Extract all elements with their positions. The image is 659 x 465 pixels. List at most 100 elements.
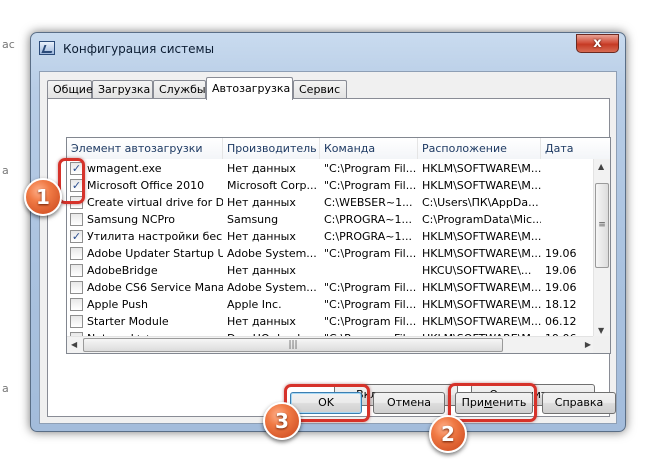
cell-item: Утилита настройки бесп...: [87, 230, 223, 243]
title-bar[interactable]: Конфигурация системы x: [31, 33, 625, 63]
table-row[interactable]: Samsung NCPro Samsung C:\PROGRA~1... C:\Pro…: [67, 211, 610, 228]
cell-command: "C:\Program Fil...: [324, 179, 417, 192]
startup-item-checkbox[interactable]: [70, 298, 83, 311]
cell-item: Create virtual drive for D...: [87, 196, 223, 209]
cell-date: 06.12: [545, 315, 577, 328]
cell-item: Apple Push: [87, 298, 148, 311]
column-header-command[interactable]: Команда: [320, 138, 418, 159]
cell-date: 19.06: [545, 264, 577, 277]
startup-item-checkbox[interactable]: [70, 213, 83, 226]
tab-general[interactable]: Общие: [47, 80, 93, 99]
step-marker-3: 3: [263, 402, 301, 440]
cell-item: Starter Module: [87, 315, 169, 328]
cell-vendor: Samsung: [227, 213, 279, 226]
cell-location: HKLM\SOFTWARE\M...: [422, 315, 541, 328]
cell-command: "C:\Program Fil...: [324, 315, 417, 328]
table-row[interactable]: AdobeBridge Нет данных HKCU\SOFTWARE\... 19…: [67, 262, 610, 279]
cell-vendor: Нет данных: [227, 230, 296, 243]
cell-location: C:\ProgramData\Mic...: [422, 213, 541, 226]
cell-location: HKCU\SOFTWARE\...: [422, 264, 532, 277]
table-row[interactable]: ✓ wmagent.exe Нет данных "C:\Program Fil...…: [67, 160, 610, 177]
table-row[interactable]: Create virtual drive for D... Нет данных C…: [67, 194, 610, 211]
cell-date: 19.06: [545, 247, 577, 260]
tab-startup[interactable]: Автозагрузка: [206, 77, 293, 100]
tab-boot[interactable]: Загрузка: [92, 80, 153, 99]
system-configuration-window: Конфигурация системы x Общие Загрузка Сл…: [30, 32, 626, 432]
cell-date: 19.06: [545, 281, 577, 294]
column-header-date[interactable]: Дата: [541, 138, 610, 159]
cell-item: wmagent.exe: [87, 162, 162, 175]
scroll-up-icon[interactable]: ▲: [598, 162, 604, 171]
cell-location: HKLM\SOFTWARE\M...: [422, 230, 541, 243]
cell-command: C:\PROGRA~1...: [324, 213, 412, 226]
cell-command: "C:\Program Fil...: [324, 281, 417, 294]
table-row[interactable]: Starter Module Нет данных "C:\Program Fil.…: [67, 313, 610, 330]
column-header-location[interactable]: Расположение: [418, 138, 541, 159]
cell-vendor: Нет данных: [227, 196, 296, 209]
table-row[interactable]: Adobe CS6 Service Manager Adobe System...…: [67, 279, 610, 296]
cell-date: [541, 194, 595, 211]
cell-location: C:\Users\ПК\AppDa...: [422, 196, 539, 209]
help-button[interactable]: Справка: [542, 392, 616, 414]
column-header-item[interactable]: Элемент автозагрузки: [67, 138, 223, 159]
cell-date: [541, 177, 595, 194]
horizontal-scrollbar[interactable]: ◀ ||| ▶: [67, 336, 595, 353]
cell-vendor: Microsoft Corp...: [227, 179, 317, 192]
scroll-left-icon[interactable]: ◀: [71, 340, 77, 349]
cell-command: C:\WEBSER~1...: [324, 196, 413, 209]
close-icon: x: [593, 36, 602, 51]
cell-location: HKLM\SOFTWARE\M...: [422, 298, 541, 311]
vertical-scroll-thumb[interactable]: ≡: [595, 183, 609, 268]
cell-item: Adobe Updater Startup U...: [87, 247, 223, 260]
background-text-fragment: ac: [2, 38, 15, 51]
startup-item-checkbox[interactable]: [70, 264, 83, 277]
cell-date: [541, 160, 595, 177]
list-header: Элемент автозагрузки Производитель Коман…: [67, 138, 610, 159]
table-row[interactable]: ✓ Microsoft Office 2010 Microsoft Corp... "…: [67, 177, 610, 194]
apply-button-highlight: [448, 383, 537, 422]
cell-command: [320, 262, 418, 279]
startup-item-checkbox[interactable]: [70, 315, 83, 328]
cell-date: [541, 211, 595, 228]
close-button[interactable]: x: [576, 34, 619, 53]
cell-command: "C:\Program Fil...: [324, 298, 417, 311]
cell-item: AdobeBridge: [87, 264, 158, 277]
cell-vendor: Adobe System...: [227, 247, 317, 260]
cell-vendor: Нет данных: [227, 315, 296, 328]
cell-command: C:\PROGRA~1...: [324, 230, 412, 243]
cell-item: Samsung NCPro: [87, 213, 175, 226]
startup-items-list[interactable]: Элемент автозагрузки Производитель Коман…: [66, 137, 611, 354]
tab-services[interactable]: Службы: [153, 80, 206, 99]
cell-command: "C:\Program Fil...: [324, 162, 417, 175]
cell-location: HKLM\SOFTWARE\M...: [422, 162, 541, 175]
background-text-fragment: a: [2, 164, 9, 177]
table-row[interactable]: Adobe Updater Startup U... Adobe System..…: [67, 245, 610, 262]
startup-item-checkbox[interactable]: ✓: [70, 230, 83, 243]
column-header-vendor[interactable]: Производитель: [223, 138, 320, 159]
dialog-client-area: Общие Загрузка Службы Автозагрузка Серви…: [39, 71, 617, 424]
cell-item: Adobe CS6 Service Manager: [87, 281, 223, 294]
startup-item-checkbox[interactable]: [70, 247, 83, 260]
vertical-scrollbar[interactable]: ▲ ≡ ▼: [593, 159, 610, 338]
scroll-down-icon[interactable]: ▼: [598, 326, 604, 335]
cell-date: 18.12: [545, 298, 577, 311]
cell-item: Microsoft Office 2010: [87, 179, 205, 192]
cell-location: HKLM\SOFTWARE\M...: [422, 179, 541, 192]
table-row[interactable]: ✓ Утилита настройки бесп... Нет данных C:\P…: [67, 228, 610, 245]
startup-item-checkbox[interactable]: [70, 281, 83, 294]
cell-command: "C:\Program Fil...: [324, 247, 417, 260]
msconfig-icon: [39, 41, 55, 55]
tab-tools[interactable]: Сервис: [293, 80, 347, 99]
window-title: Конфигурация системы: [63, 42, 215, 56]
background-text-fragment: a: [2, 382, 9, 395]
checkbox-highlight: [58, 158, 85, 204]
scroll-right-icon[interactable]: ▶: [585, 340, 591, 349]
cancel-button[interactable]: Отмена: [373, 392, 445, 414]
cell-vendor: Adobe System...: [227, 281, 317, 294]
horizontal-scroll-thumb[interactable]: |||: [83, 338, 503, 352]
scrollbar-corner: [593, 336, 610, 353]
cell-location: HKLM\SOFTWARE\M...: [422, 281, 541, 294]
table-row[interactable]: Apple Push Apple Inc. "C:\Program Fil... HK…: [67, 296, 610, 313]
step-marker-1: 1: [24, 178, 62, 216]
cell-vendor: Нет данных: [227, 162, 296, 175]
